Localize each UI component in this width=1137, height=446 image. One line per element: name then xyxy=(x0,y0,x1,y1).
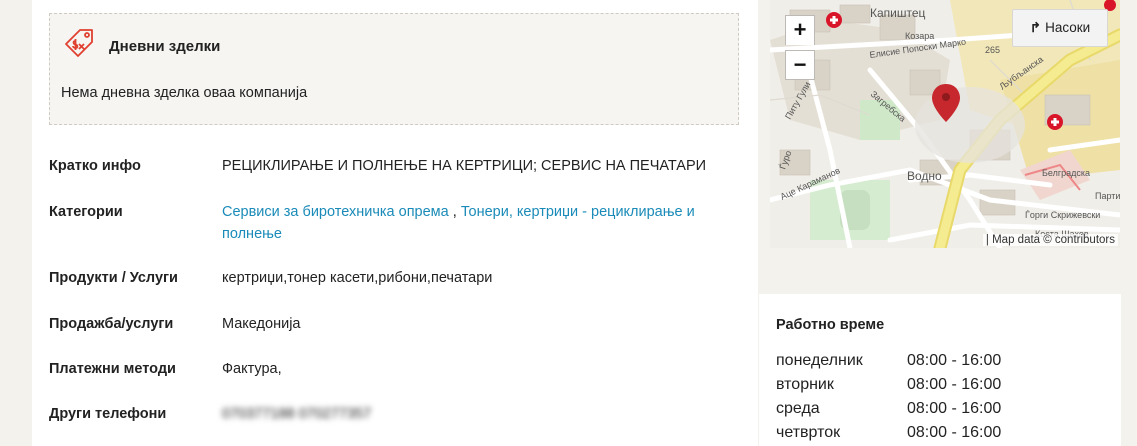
directions-label: Насоки xyxy=(1045,20,1091,35)
sales-label: Продажба/услуги xyxy=(49,316,174,332)
category-link-office-equipment[interactable]: Сервиси за биротехничка опрема xyxy=(222,204,449,220)
phones-label: Други телефони xyxy=(49,406,167,422)
svg-text:Козара: Козара xyxy=(905,31,934,41)
products-label: Продукти / Услуги xyxy=(49,270,178,286)
working-hours-title: Работно време xyxy=(776,317,885,333)
hours-time: 08:00 - 16:00 xyxy=(907,400,1002,417)
working-hours-card: Работно време понеделник 08:00 - 16:00 в… xyxy=(759,294,1121,446)
svg-text:Капиштец: Капиштец xyxy=(870,6,926,20)
directions-arrow-icon: ↱ xyxy=(1029,20,1042,35)
svg-text:Ѓорги Скрижевски: Ѓорги Скрижевски xyxy=(1025,210,1100,220)
daily-deals-empty-text: Нема дневна зделка оваа компанија xyxy=(61,85,308,101)
hours-day: понеделник xyxy=(776,352,863,369)
products-value: кертриџи,тонер касети,рибони,печатари xyxy=(222,270,493,286)
short-info-value: РЕЦИКЛИРАЊЕ И ПОЛНЕЊЕ НА КЕРТРИЦИ; СЕРВИ… xyxy=(222,158,707,174)
sales-value: Македонија xyxy=(222,316,301,332)
svg-text:Белградска: Белградска xyxy=(1042,168,1090,178)
hospital-icon xyxy=(1047,114,1063,130)
hours-day: вторник xyxy=(776,376,834,393)
price-tag-icon xyxy=(65,29,93,57)
daily-deals-title: Дневни зделки xyxy=(109,38,221,55)
phones-value[interactable]: 070377188 070277357 xyxy=(222,403,742,425)
hours-day: среда xyxy=(776,400,820,417)
zoom-out-button[interactable]: − xyxy=(785,50,815,80)
payment-label: Платежни методи xyxy=(49,361,176,377)
categories-value: Сервиси за биротехничка опрема , Тонери,… xyxy=(222,201,742,245)
category-separator: , xyxy=(448,204,457,220)
short-info-label: Кратко инфо xyxy=(49,158,141,174)
directions-button[interactable]: ↱ Насоки xyxy=(1012,9,1108,47)
svg-text:265: 265 xyxy=(985,45,1000,55)
hours-time: 08:00 - 16:00 xyxy=(907,424,1002,441)
hours-day: четврток xyxy=(776,424,841,441)
daily-deals-box: Дневни зделки Нема дневна зделка оваа ко… xyxy=(49,13,739,125)
hours-time: 08:00 - 16:00 xyxy=(907,352,1002,369)
location-map[interactable]: Капиштец Козара Елисие Попоски Марко 265… xyxy=(770,0,1120,248)
svg-text:Парти: Парти xyxy=(1095,191,1120,201)
hours-time: 08:00 - 16:00 xyxy=(907,376,1002,393)
payment-value: Фактура, xyxy=(222,361,282,377)
categories-label: Категории xyxy=(49,204,123,220)
svg-text:Водно: Водно xyxy=(907,169,942,183)
map-attribution: | Map data © contributors xyxy=(982,234,1118,246)
zoom-in-button[interactable]: + xyxy=(785,15,815,45)
hospital-icon xyxy=(826,12,842,28)
